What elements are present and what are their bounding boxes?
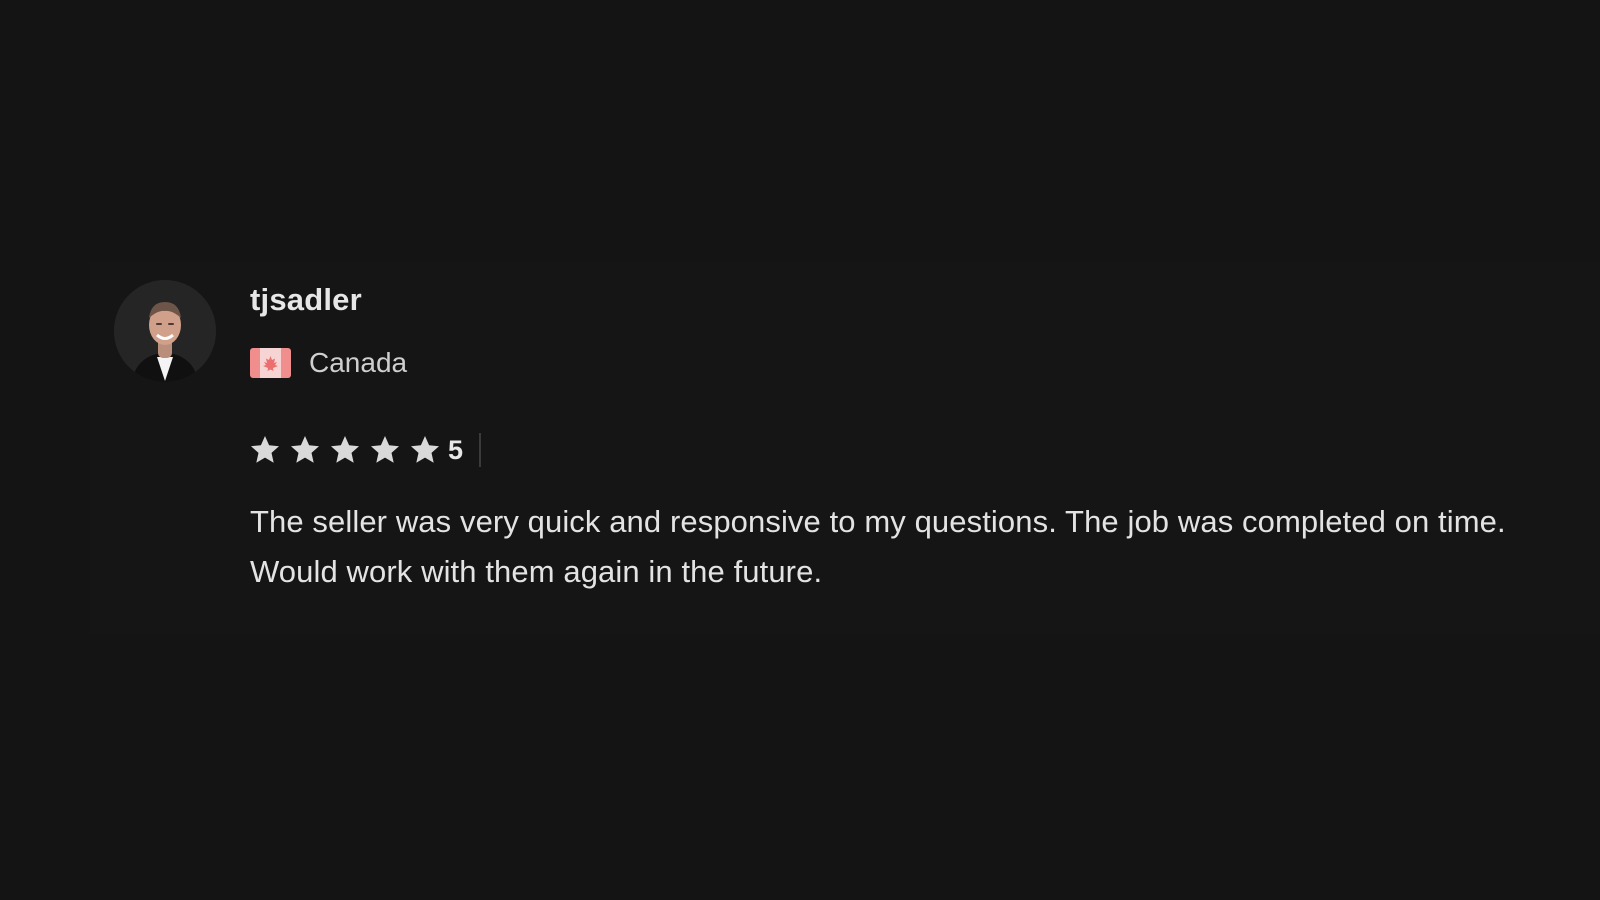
star-icon xyxy=(291,436,319,463)
rating: 5 xyxy=(249,430,482,470)
avatar[interactable] xyxy=(114,280,216,382)
review-text: The seller was very quick and responsive… xyxy=(250,504,1506,589)
rating-divider xyxy=(479,433,482,467)
review-page: tjsadler Canada 5 The seller was very qu… xyxy=(0,0,1600,900)
star-icon xyxy=(371,436,399,463)
reviewer-location: Canada xyxy=(250,345,407,381)
avatar-image xyxy=(114,280,216,382)
country-name: Canada xyxy=(309,347,408,378)
reviewer-username[interactable]: tjsadler xyxy=(250,280,362,320)
rating-value: 5 xyxy=(448,435,464,465)
star-icon xyxy=(411,436,439,463)
star-icon xyxy=(331,436,359,463)
canada-flag-icon xyxy=(250,348,291,378)
star-icon xyxy=(251,436,279,463)
